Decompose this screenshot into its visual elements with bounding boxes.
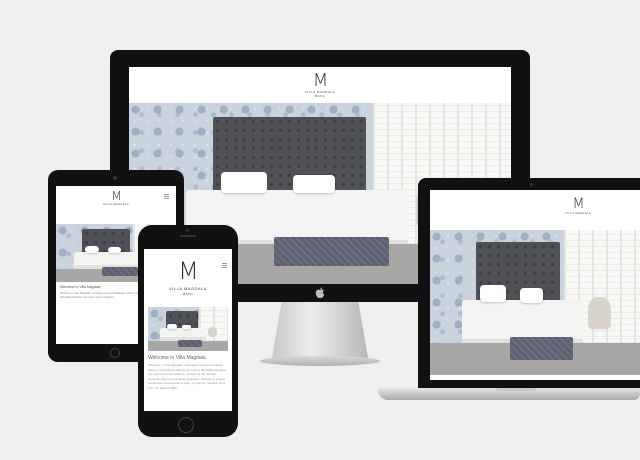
phone-logo[interactable]: M [170,259,206,283]
phone-device: M VILLA MAGDALA BATH Welcome to Villa Ma… [138,225,238,437]
imac-base [260,356,380,366]
laptop-base-notch [496,388,536,391]
site-logo[interactable]: M [302,72,338,90]
imac-stand [272,302,368,358]
laptop-camera [530,183,533,186]
tablet-logo-name: VILLA MAGDALA [102,203,130,206]
laptop-logo[interactable]: M [566,197,590,211]
tablet-home-button[interactable] [110,348,120,358]
phone-speaker [180,235,196,237]
phone-logo-location: BATH [183,292,193,296]
laptop-hero-image [430,230,640,375]
phone-home-button[interactable] [178,417,194,433]
tablet-camera [113,176,117,180]
phone-body-text: Welcome to Villa Magdala, a boutique bed… [148,363,227,390]
phone-logo-name: VILLA MAGDALA [169,286,207,291]
phone-menu-icon[interactable] [222,263,227,268]
phone-welcome-title: Welcome to Villa Magdala [148,355,206,361]
phone-screen: M VILLA MAGDALA BATH Welcome to Villa Ma… [144,249,232,411]
apple-logo-icon [315,287,325,299]
site-header: M VILLA MAGDALA BATH [129,67,511,103]
hamburger-menu-icon[interactable] [164,194,169,199]
tablet-logo[interactable]: M [104,190,128,202]
site-logo-location: BATH [315,94,325,98]
phone-hero-image [148,307,228,351]
laptop-logo-name: VILLA MAGDALA [564,212,592,215]
laptop-screen: M VILLA MAGDALA [430,190,640,380]
phone-camera [186,229,189,232]
laptop-device: M VILLA MAGDALA [378,178,640,408]
